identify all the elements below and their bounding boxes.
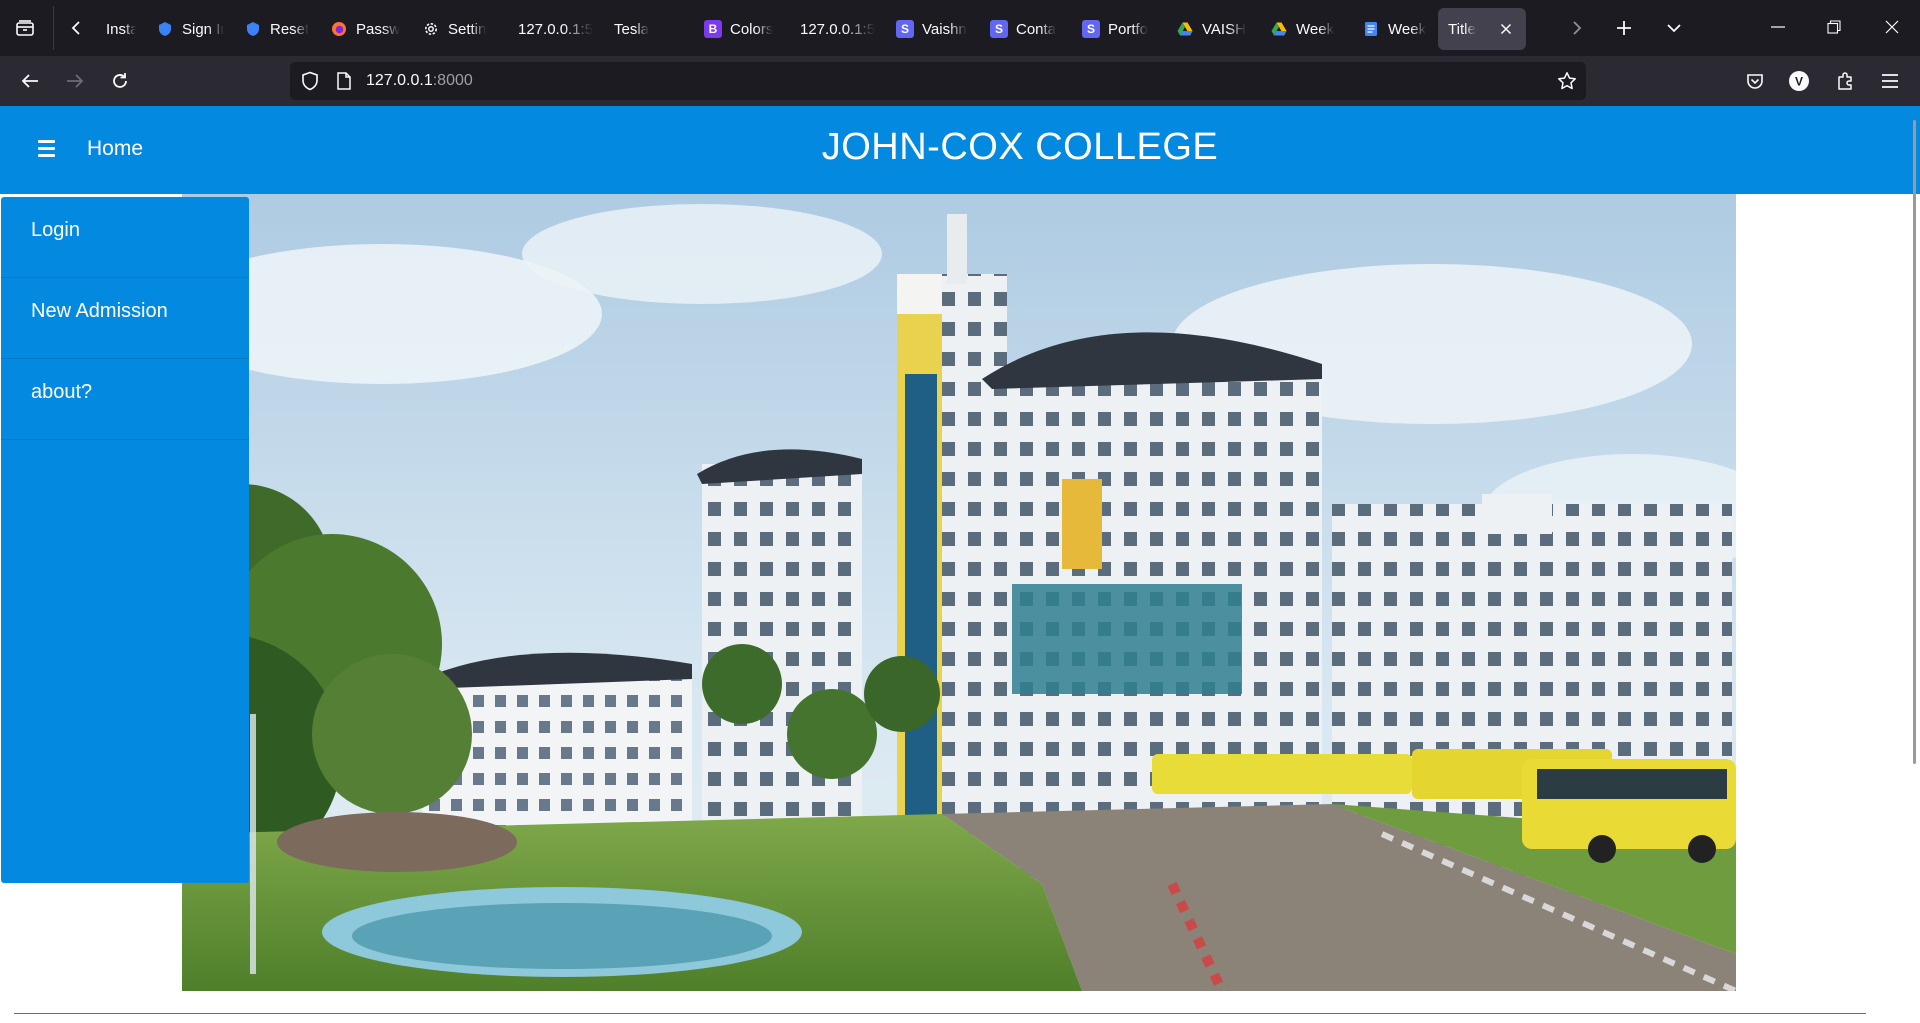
letter-b-favicon-icon: B bbox=[704, 20, 722, 38]
back-arrow-icon[interactable] bbox=[14, 65, 46, 97]
browser-tab[interactable]: S Conta bbox=[980, 8, 1072, 50]
letter-s-favicon-icon: S bbox=[1082, 20, 1100, 38]
shield-icon[interactable] bbox=[300, 71, 320, 91]
chevron-down-icon[interactable] bbox=[1658, 8, 1690, 48]
browser-navigation-bar: 127.0.0.1:8000 V bbox=[0, 56, 1920, 106]
browser-tab-label: Tesla bbox=[614, 20, 650, 38]
docs-favicon-icon bbox=[1362, 20, 1380, 38]
new-tab-plus-icon[interactable] bbox=[1608, 8, 1640, 48]
pocket-icon[interactable] bbox=[1739, 65, 1771, 97]
sidebar-item-about[interactable]: about? bbox=[1, 359, 249, 440]
url-bar[interactable]: 127.0.0.1:8000 bbox=[290, 62, 1586, 100]
browser-tab-label: Settin bbox=[448, 20, 487, 38]
browser-tab[interactable]: Week bbox=[1260, 8, 1352, 50]
chevron-right-icon[interactable] bbox=[1563, 8, 1591, 48]
browser-tab-label: Reset bbox=[270, 20, 310, 38]
tab-separator bbox=[53, 6, 54, 50]
browser-tab[interactable]: 127.0.0.1:5 bbox=[790, 8, 886, 50]
forward-arrow-icon[interactable] bbox=[59, 65, 91, 97]
browser-tab[interactable]: S Portfo bbox=[1072, 8, 1166, 50]
app-menu-icon[interactable] bbox=[1874, 65, 1906, 97]
url-text[interactable]: 127.0.0.1:8000 bbox=[366, 72, 473, 90]
browser-tab[interactable]: Settin bbox=[412, 8, 508, 50]
minimize-icon[interactable] bbox=[1750, 0, 1806, 54]
campus-illustration bbox=[182, 194, 1736, 991]
browser-tab-label: Week bbox=[1296, 20, 1335, 38]
browser-tab[interactable]: VAISH bbox=[1166, 8, 1260, 50]
browser-tab-label: Sign In bbox=[182, 20, 224, 38]
shield-favicon-icon bbox=[244, 20, 262, 38]
close-window-icon[interactable] bbox=[1864, 0, 1920, 54]
browser-tab[interactable]: Title bbox=[1438, 8, 1526, 50]
college-campus-photo bbox=[182, 194, 1736, 991]
browser-tab[interactable]: Tesla bbox=[604, 8, 694, 50]
browser-tab[interactable]: S Vaishn bbox=[886, 8, 980, 50]
browser-tab-label: 127.0.0.1:5 bbox=[800, 20, 876, 38]
horizontal-rule bbox=[14, 1013, 1866, 1014]
sidebar-menu: Login New Admission about? bbox=[1, 197, 249, 883]
page-icon[interactable] bbox=[334, 71, 354, 91]
browser-tab-label: Installi bbox=[106, 20, 136, 38]
browser-tab-label: Colors bbox=[730, 20, 774, 38]
reload-icon[interactable] bbox=[104, 65, 136, 97]
drive-favicon-icon bbox=[1270, 20, 1288, 38]
star-bookmark-icon[interactable] bbox=[1556, 70, 1578, 92]
browser-tab[interactable]: Passw bbox=[320, 8, 412, 50]
extensions-puzzle-icon[interactable] bbox=[1829, 65, 1861, 97]
browser-tab-label: Passw bbox=[356, 20, 401, 38]
browser-tab-label: Week bbox=[1388, 20, 1427, 38]
shield-favicon-icon bbox=[156, 20, 174, 38]
browser-tab-label: Conta bbox=[1016, 20, 1057, 38]
browser-tab[interactable]: Reset bbox=[234, 8, 320, 50]
drive-favicon-icon bbox=[1176, 20, 1194, 38]
browser-tab[interactable]: Installi bbox=[96, 8, 146, 50]
browser-tab-label: Title bbox=[1448, 20, 1476, 38]
tab-list-icon[interactable] bbox=[8, 12, 42, 44]
profile-avatar-icon[interactable]: V bbox=[1783, 65, 1815, 97]
browser-tab[interactable]: B Colors bbox=[694, 8, 790, 50]
browser-tab-label: Vaishn bbox=[922, 20, 967, 38]
url-host: 127.0.0.1 bbox=[366, 72, 433, 89]
browser-tab-label: Portfo bbox=[1108, 20, 1149, 38]
browser-tab-label: VAISH bbox=[1202, 20, 1246, 38]
browser-tab[interactable]: Sign In bbox=[146, 8, 234, 50]
browser-tab[interactable]: Week bbox=[1352, 8, 1438, 50]
browser-tab-strip: Installi Sign In Reset Passw Settin 127.0.0.1… bbox=[0, 0, 1920, 56]
browser-tab-label: 127.0.0.1:5 bbox=[518, 20, 594, 38]
site-header: Home JOHN-COX COLLEGE bbox=[0, 106, 1920, 194]
sidebar-item-new-admission[interactable]: New Admission bbox=[1, 278, 249, 359]
svg-text:V: V bbox=[1795, 75, 1803, 89]
gear-favicon-icon bbox=[422, 20, 440, 38]
sidebar-item-login[interactable]: Login bbox=[1, 197, 249, 278]
page-scrollbar[interactable] bbox=[1913, 120, 1916, 764]
letter-s-favicon-icon: S bbox=[896, 20, 914, 38]
url-port: :8000 bbox=[432, 72, 473, 89]
letter-s-favicon-icon: S bbox=[990, 20, 1008, 38]
restore-icon[interactable] bbox=[1806, 0, 1862, 54]
page-viewport: Home JOHN-COX COLLEGE Login New Admissio… bbox=[0, 106, 1920, 1023]
close-tab-icon[interactable] bbox=[1496, 19, 1516, 39]
chevron-left-icon[interactable] bbox=[62, 14, 90, 42]
browser-tab[interactable]: 127.0.0.1:5 bbox=[508, 8, 604, 50]
tabs: Installi Sign In Reset Passw Settin 127.0.0.1… bbox=[96, 8, 1526, 50]
site-title: JOHN-COX COLLEGE bbox=[821, 126, 1219, 168]
firefox-favicon-icon bbox=[330, 20, 348, 38]
